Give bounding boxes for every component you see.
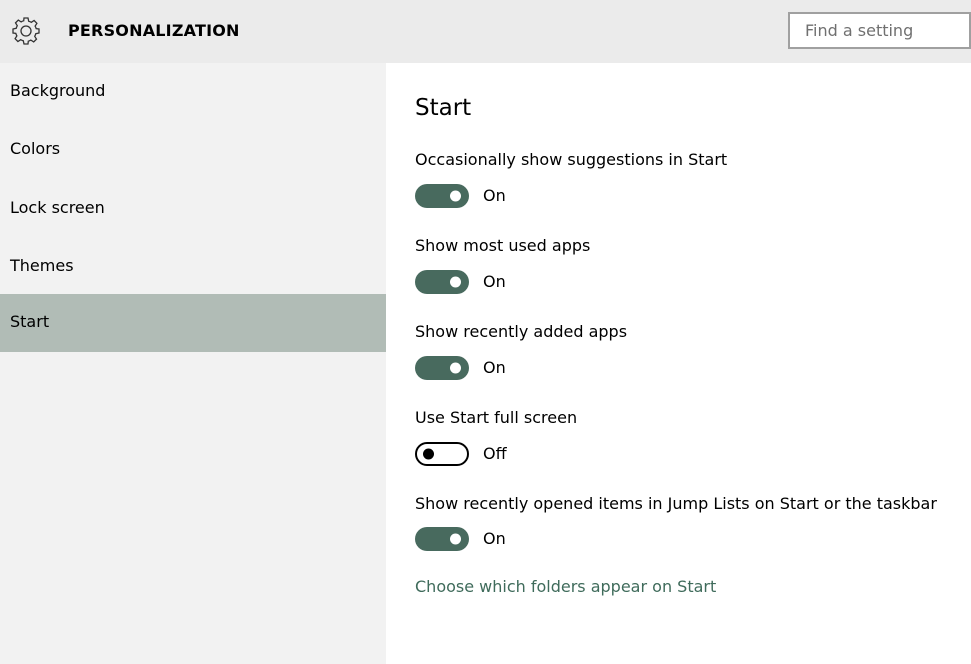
sidebar-item-background[interactable]: Background (0, 63, 386, 121)
sidebar-item-lock-screen[interactable]: Lock screen (0, 180, 386, 238)
setting-label-suggestions: Occasionally show suggestions in Start (415, 150, 728, 169)
toggle-suggestions[interactable] (415, 184, 469, 208)
search-input[interactable] (788, 12, 971, 49)
setting-label-full-screen: Use Start full screen (415, 408, 578, 427)
toggle-knob (450, 362, 461, 374)
toggle-knob (450, 533, 461, 545)
toggle-most-used-apps[interactable] (415, 270, 469, 294)
toggle-knob (450, 276, 461, 288)
toggle-knob (423, 448, 434, 460)
sidebar-item-themes[interactable]: Themes (0, 238, 386, 296)
sidebar-item-colors[interactable]: Colors (0, 121, 386, 179)
setting-label-jump-lists: Show recently opened items in Jump Lists… (415, 494, 937, 513)
setting-label-most-used-apps: Show most used apps (415, 236, 591, 255)
toggle-jump-lists[interactable] (415, 527, 469, 551)
toggle-recently-added-apps[interactable] (415, 356, 469, 380)
settings-window: PERSONALIZATION Background Colors Lock s… (0, 0, 971, 664)
sidebar: Background Colors Lock screen Themes Sta… (0, 63, 386, 664)
header-bar: PERSONALIZATION (0, 0, 971, 63)
toggle-state-recently-added-apps: On (483, 358, 506, 377)
toggle-knob (450, 190, 461, 202)
setting-label-recently-added-apps: Show recently added apps (415, 322, 628, 341)
toggle-full-screen[interactable] (415, 442, 469, 466)
toggle-state-jump-lists: On (483, 529, 506, 548)
page-title: Start (415, 95, 472, 121)
toggle-state-suggestions: On (483, 186, 506, 205)
sidebar-item-start[interactable]: Start (0, 294, 386, 352)
app-title: PERSONALIZATION (68, 21, 240, 40)
gear-icon (12, 17, 40, 45)
main-content: Start Occasionally show suggestions in S… (386, 63, 971, 664)
choose-folders-link[interactable]: Choose which folders appear on Start (415, 577, 716, 597)
toggle-state-full-screen: Off (483, 444, 507, 463)
toggle-state-most-used-apps: On (483, 272, 506, 291)
